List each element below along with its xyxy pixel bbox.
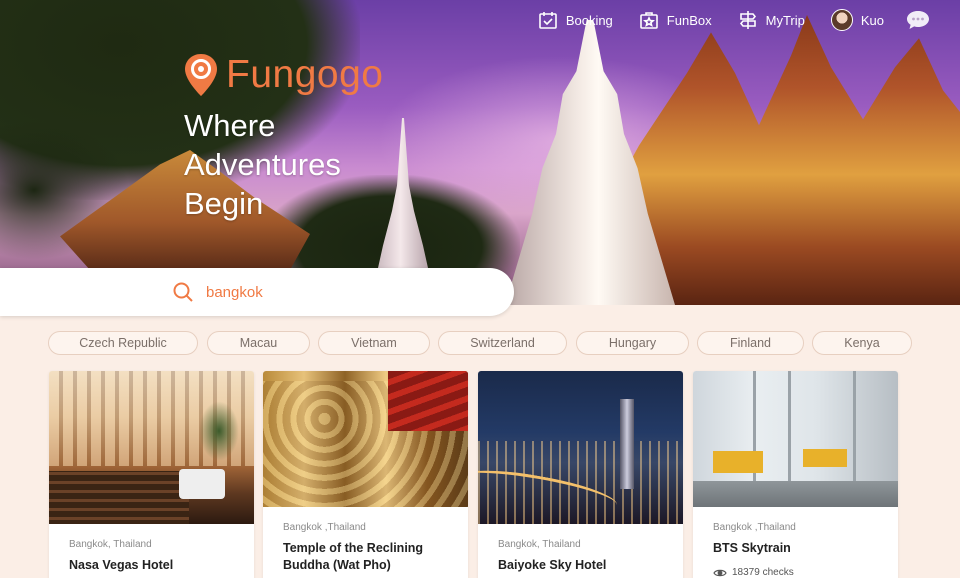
chip-kenya[interactable]: Kenya (812, 331, 912, 355)
tagline-line: Begin (184, 186, 264, 221)
card-checks-label: 18379 checks (732, 567, 794, 578)
nav-funbox[interactable]: FunBox (639, 10, 712, 30)
signpost-icon (739, 11, 756, 29)
brand-name: Fungogo (226, 53, 384, 96)
star-box-icon (639, 12, 658, 29)
chip-hungary[interactable]: Hungary (576, 331, 689, 355)
chip-macau[interactable]: Macau (207, 331, 310, 355)
chip-vietnam[interactable]: Vietnam (318, 331, 430, 355)
chat-bubble-icon[interactable] (906, 10, 930, 30)
card-image (693, 371, 898, 507)
nav-booking-label: Booking (565, 12, 613, 28)
nav-mytrip[interactable]: MyTrip (738, 10, 805, 30)
card-location: Bangkok, Thailand (498, 539, 581, 550)
nav-booking[interactable]: Booking (538, 10, 613, 30)
brand-logo[interactable]: Fungogo (182, 52, 383, 98)
card-image (478, 371, 683, 524)
nav-mytrip-label: MyTrip (765, 12, 805, 28)
card-location: Bangkok ,Thailand (713, 522, 796, 533)
card-location: Bangkok, Thailand (69, 539, 152, 550)
search-icon[interactable] (172, 281, 194, 303)
destination-card[interactable]: Bangkok, Thailand Baiyoke Sky Hotel (478, 371, 683, 578)
tagline-line: Where (184, 108, 276, 143)
search-bar (0, 268, 514, 316)
chip-switzerland[interactable]: Switzerland (438, 331, 567, 355)
card-title: BTS Skytrain (713, 541, 791, 555)
card-view-count: 18379 checks (713, 567, 878, 578)
chip-czech-republic[interactable]: Czech Republic (48, 331, 198, 355)
destination-card[interactable]: Bangkok ,Thailand Temple of the Reclinin… (263, 371, 468, 578)
destination-card[interactable]: Bangkok, Thailand Nasa Vegas Hotel (49, 371, 254, 578)
hero-tagline: Where Adventures Begin (184, 106, 341, 223)
card-location: Bangkok ,Thailand (283, 522, 366, 533)
tagline-line: Adventures (184, 147, 341, 182)
destination-card[interactable]: Bangkok ,Thailand BTS Skytrain 18379 che… (693, 371, 898, 578)
nav-user-label: Kuo (860, 12, 884, 28)
calendar-check-icon (539, 12, 557, 29)
card-title: Nasa Vegas Hotel (69, 558, 174, 572)
card-image (263, 371, 468, 507)
top-nav: Booking FunBox MyTrip Kuo (512, 8, 930, 32)
search-input[interactable] (206, 280, 496, 304)
nav-funbox-label: FunBox (666, 12, 712, 28)
avatar (830, 9, 853, 31)
chip-finland[interactable]: Finland (697, 331, 804, 355)
hero-banner: Booking FunBox MyTrip Kuo Fungogo Where … (0, 0, 960, 305)
card-image (49, 371, 254, 524)
eye-icon (713, 569, 727, 576)
card-title: Baiyoke Sky Hotel (498, 558, 607, 572)
location-pin-icon (185, 54, 217, 96)
card-title: Temple of the Reclining Buddha (Wat Pho) (283, 541, 424, 572)
nav-user[interactable]: Kuo (830, 9, 884, 31)
